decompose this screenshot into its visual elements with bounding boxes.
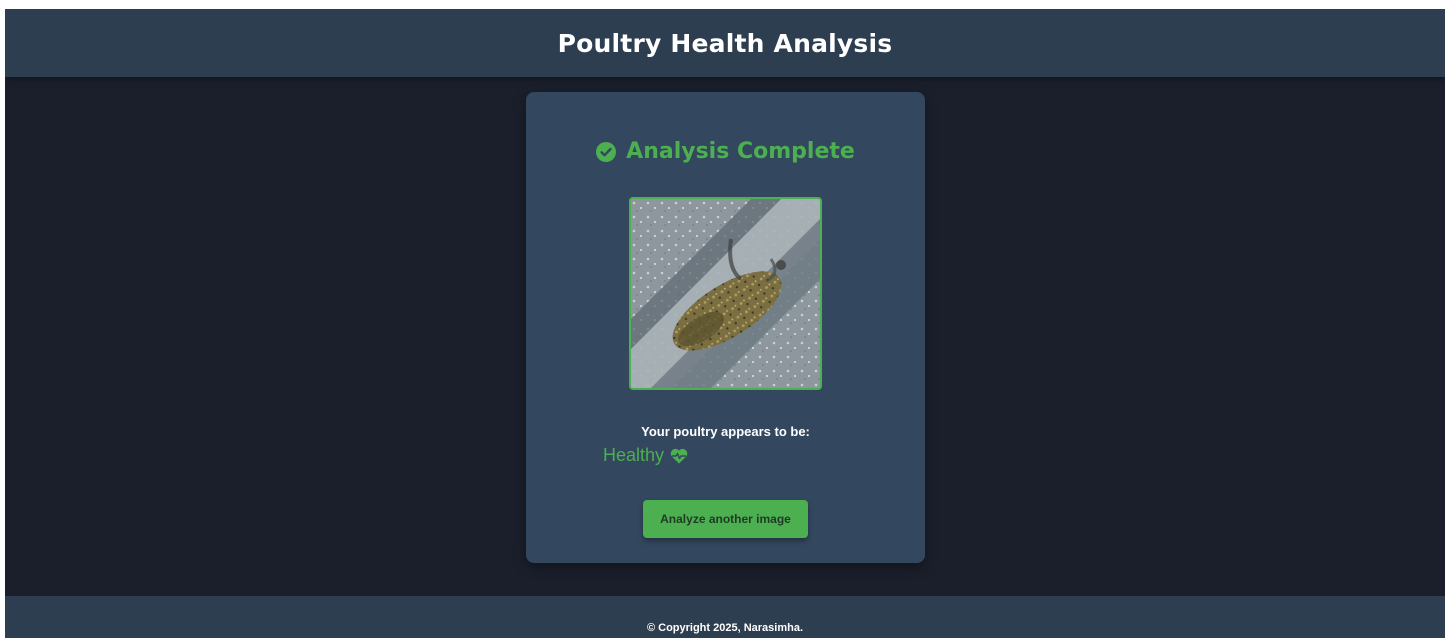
heart-pulse-icon: [670, 448, 688, 464]
result-label: Your poultry appears to be:: [641, 424, 810, 439]
analysis-status: Analysis Complete: [526, 139, 925, 164]
app-header: Poultry Health Analysis: [5, 9, 1445, 77]
analyze-another-button[interactable]: Analyze another image: [643, 500, 808, 538]
check-circle-icon: [596, 141, 617, 162]
analysis-status-text: Analysis Complete: [626, 139, 855, 164]
health-status-value: Healthy: [603, 445, 665, 465]
copyright-text: © Copyright 2025, Narasimha.: [646, 622, 804, 634]
health-result: Healthy: [603, 445, 688, 466]
app-footer: © Copyright 2025, Narasimha.: [5, 596, 1445, 638]
result-card: Analysis Complete Your poultry appears t…: [526, 92, 925, 563]
page-title: Poultry Health Analysis: [557, 28, 893, 58]
poultry-photo: [629, 197, 822, 390]
app-frame: Poultry Health Analysis Analysis Complet…: [5, 9, 1445, 638]
